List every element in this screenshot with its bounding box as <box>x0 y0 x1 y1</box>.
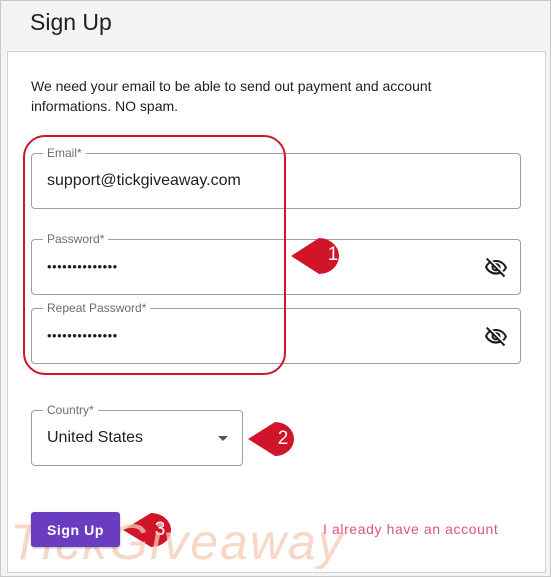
sign-up-button[interactable]: Sign Up <box>31 512 120 547</box>
already-have-account-link[interactable]: I already have an account <box>323 521 498 537</box>
marker-1-label: 1 <box>327 244 339 265</box>
eye-off-icon[interactable] <box>484 325 508 349</box>
marker-3-label: 3 <box>154 519 166 540</box>
credentials-highlight <box>23 135 286 375</box>
eye-off-icon[interactable] <box>484 256 508 280</box>
caret-down-icon <box>218 436 228 441</box>
page-title: Sign Up <box>30 9 112 35</box>
country-select[interactable]: Country* United States <box>31 403 243 466</box>
marker-2-label: 2 <box>277 428 289 449</box>
country-value: United States <box>47 429 144 446</box>
intro-text: We need your email to be able to send ou… <box>31 78 432 114</box>
country-label: Country* <box>43 403 98 417</box>
